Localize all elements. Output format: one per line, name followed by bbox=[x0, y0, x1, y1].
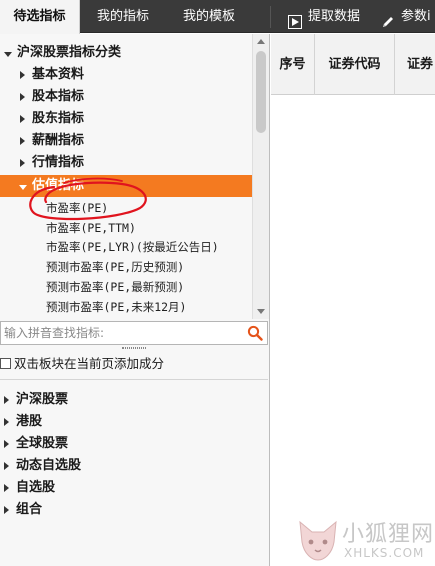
collapsed-arrow-icon[interactable] bbox=[20, 130, 30, 152]
collapsed-arrow-icon[interactable] bbox=[20, 152, 30, 174]
pencil-icon bbox=[381, 9, 395, 27]
sector-tree: 沪深股票 港股 全球股票 动态自选股 自选股 组合 bbox=[0, 389, 268, 521]
column-header-index[interactable]: 序号 bbox=[271, 34, 315, 95]
splitter-grip-icon[interactable] bbox=[122, 347, 146, 349]
tree-item-quotes[interactable]: 行情指标 bbox=[0, 152, 252, 174]
collapsed-arrow-icon[interactable] bbox=[4, 499, 14, 521]
scroll-thumb[interactable] bbox=[256, 51, 266, 133]
expand-arrow-icon[interactable] bbox=[4, 42, 14, 64]
sector-item-hk-shares[interactable]: 港股 bbox=[0, 411, 268, 433]
tree-item-shareholders[interactable]: 股东指标 bbox=[0, 108, 252, 130]
tree-item-share-capital[interactable]: 股本指标 bbox=[0, 86, 252, 108]
extract-data-button[interactable]: 提取数据 bbox=[288, 0, 360, 33]
indicator-panel: 沪深股票指标分类 基本资料 股本指标 股东指标 薪酬指标 行情指标 估值指标 市… bbox=[0, 34, 270, 566]
sector-item-global[interactable]: 全球股票 bbox=[0, 433, 268, 455]
tab-candidate-indicators[interactable]: 待选指标 bbox=[0, 0, 80, 34]
tree-root-label: 沪深股票指标分类 bbox=[17, 45, 122, 60]
sector-item-watchlist[interactable]: 自选股 bbox=[0, 477, 268, 499]
tree-item-label: 股本指标 bbox=[32, 89, 85, 104]
tree-root-node[interactable]: 沪深股票指标分类 bbox=[0, 42, 252, 64]
collapsed-arrow-icon[interactable] bbox=[4, 389, 14, 411]
collapsed-arrow-icon[interactable] bbox=[4, 477, 14, 499]
top-toolbar: 待选指标 我的指标 我的模板 提取数据 参数i bbox=[0, 0, 435, 34]
indicator-label: 预测市盈率(PE,历史预测) bbox=[46, 260, 185, 274]
sector-item-dynamic-watchlist[interactable]: 动态自选股 bbox=[0, 455, 268, 477]
sector-item-label: 港股 bbox=[16, 414, 43, 429]
indicator-forecast-pe-latest[interactable]: 预测市盈率(PE,最新预测) bbox=[0, 276, 252, 298]
toolbar-separator bbox=[270, 6, 271, 28]
indicator-label: 预测市盈率(PE,最新预测) bbox=[46, 280, 185, 294]
sector-item-label: 沪深股票 bbox=[16, 392, 69, 407]
table-header: 序号 证券代码 证券 bbox=[271, 34, 435, 95]
collapsed-arrow-icon[interactable] bbox=[4, 455, 14, 477]
parameters-label: 参数i bbox=[401, 9, 431, 24]
column-header-code[interactable]: 证券代码 bbox=[315, 34, 395, 95]
collapsed-arrow-icon[interactable] bbox=[20, 64, 30, 86]
sector-item-a-shares[interactable]: 沪深股票 bbox=[0, 389, 268, 411]
tab-my-indicators[interactable]: 我的指标 bbox=[80, 0, 166, 33]
scroll-down-icon[interactable] bbox=[257, 309, 265, 314]
add-constituents-label: 双击板块在当前页添加成分 bbox=[14, 356, 165, 371]
tree-item-valuation-selected[interactable]: 估值指标 bbox=[0, 175, 252, 197]
collapsed-arrow-icon[interactable] bbox=[20, 86, 30, 108]
sector-item-label: 组合 bbox=[16, 502, 43, 517]
tree-item-basic-info[interactable]: 基本资料 bbox=[0, 64, 252, 86]
indicator-label: 市盈率(PE,LYR)(按最近公告日) bbox=[46, 240, 219, 254]
add-constituents-checkbox[interactable] bbox=[0, 358, 11, 369]
indicator-search-box bbox=[0, 321, 268, 345]
scroll-up-icon[interactable] bbox=[257, 39, 265, 44]
section-divider bbox=[0, 379, 268, 380]
tree-item-label: 估值指标 bbox=[32, 178, 85, 193]
expand-arrow-icon[interactable] bbox=[19, 175, 29, 197]
sector-item-label: 全球股票 bbox=[16, 436, 69, 451]
search-icon[interactable] bbox=[247, 325, 263, 341]
tree-item-label: 股东指标 bbox=[32, 111, 85, 126]
indicator-pe-lyr[interactable]: 市盈率(PE,LYR)(按最近公告日) bbox=[0, 236, 252, 258]
collapsed-arrow-icon[interactable] bbox=[4, 411, 14, 433]
tree-item-label: 薪酬指标 bbox=[32, 133, 85, 148]
results-table: 序号 证券代码 证券 bbox=[271, 34, 435, 566]
collapsed-arrow-icon[interactable] bbox=[20, 108, 30, 130]
indicator-forecast-pe-history[interactable]: 预测市盈率(PE,历史预测) bbox=[0, 256, 252, 278]
tree-item-label: 基本资料 bbox=[32, 67, 85, 82]
column-header-security[interactable]: 证券 bbox=[395, 34, 435, 95]
tree-item-compensation[interactable]: 薪酬指标 bbox=[0, 130, 252, 152]
play-icon bbox=[288, 9, 302, 29]
collapsed-arrow-icon[interactable] bbox=[4, 433, 14, 455]
indicator-tree: 沪深股票指标分类 基本资料 股本指标 股东指标 薪酬指标 行情指标 估值指标 市… bbox=[0, 34, 252, 319]
indicator-label: 市盈率(PE) bbox=[46, 201, 109, 215]
tree-scrollbar[interactable] bbox=[252, 34, 269, 319]
extract-data-label: 提取数据 bbox=[308, 9, 361, 24]
tree-item-label: 行情指标 bbox=[32, 155, 85, 170]
indicator-pe[interactable]: 市盈率(PE) bbox=[0, 197, 252, 219]
indicator-search-input[interactable] bbox=[1, 322, 245, 344]
sector-item-portfolio[interactable]: 组合 bbox=[0, 499, 268, 521]
indicator-forecast-pe-12m[interactable]: 预测市盈率(PE,未来12月) bbox=[0, 296, 252, 318]
panel-splitter[interactable] bbox=[0, 346, 268, 350]
sector-item-label: 自选股 bbox=[16, 480, 56, 495]
sector-item-label: 动态自选股 bbox=[16, 458, 82, 473]
parameters-button[interactable]: 参数i bbox=[381, 0, 431, 33]
add-constituents-option[interactable]: 双击板块在当前页添加成分 bbox=[0, 353, 268, 375]
tab-my-templates[interactable]: 我的模板 bbox=[166, 0, 252, 33]
indicator-label: 预测市盈率(PE,未来12月) bbox=[46, 300, 187, 314]
